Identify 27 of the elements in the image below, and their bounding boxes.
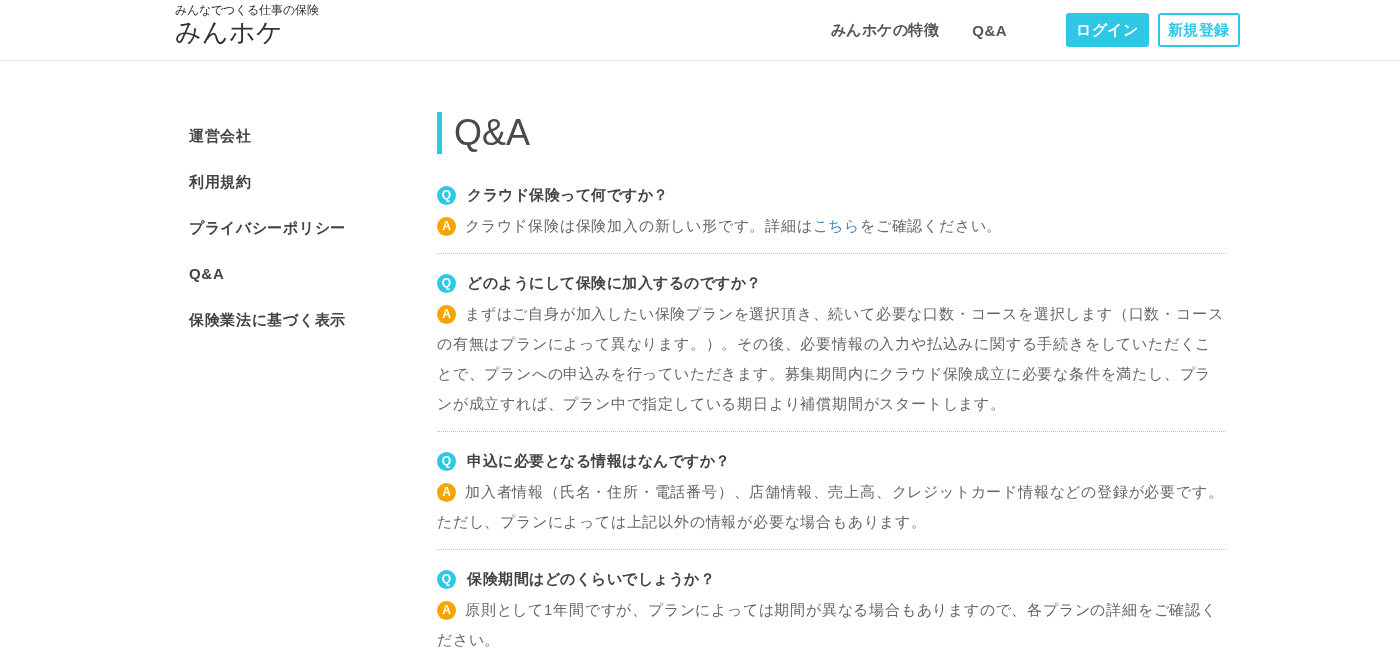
question-marker: Q (437, 185, 456, 205)
question-text: クラウド保険って何ですか？ (467, 185, 669, 205)
question-text: 申込に必要となる情報はなんですか？ (467, 451, 731, 471)
inline-link[interactable]: こちら (812, 217, 860, 234)
answer-text: A まずはご自身が加入したい保険プランを選択頂き、続いて必要な口数・コースを選択します（口数・コースの有無はプランによって異なります。）。その後、必要情報の入力や払込みに関する手続きをしていただくことで、プランへの申込みを行っていただきます。募集期間内にクラウド保険成立に必要な条件を満たし、プランが成立すれば、プラン中で指定している期日より補償期間がスタートします。 (437, 303, 1225, 414)
logo-tagline: みんなでつくる仕事の保険 (175, 3, 319, 18)
sidebar-link[interactable]: Q&A (189, 264, 225, 284)
nav-link[interactable]: みんホケの特徴 (830, 20, 940, 40)
question-marker: Q (437, 273, 456, 293)
sidebar-link[interactable]: 運営会社 (189, 126, 252, 146)
answer-marker: A (437, 482, 456, 502)
nav-link[interactable]: Q&A (972, 21, 1008, 39)
question-text: 保険期間はどのくらいでしょうか？ (467, 569, 715, 589)
answer-text: A 加入者情報（氏名・住所・電話番号）、店舗情報、売上高、クレジットカード情報などの登録が必要です。ただし、プランによっては上記以外の情報が必要な場合もあります。 (437, 481, 1225, 532)
question-marker: Q (437, 569, 456, 589)
question-marker: Q (437, 451, 456, 471)
answer-marker: A (437, 216, 456, 236)
sidebar-link[interactable]: 保険業法に基づく表示 (189, 310, 346, 330)
sidebar-link[interactable]: 利用規約 (189, 172, 252, 192)
logo-wordmark[interactable]: みんホケ (175, 18, 283, 46)
page-title: Q&A (437, 112, 1226, 154)
answer-text: A クラウド保険は保険加入の新しい形です。詳細は こちら をご確認ください。 (437, 211, 1226, 241)
answer-marker: A (437, 304, 456, 324)
sidebar-link[interactable]: プライバシーポリシー (189, 218, 346, 238)
answer-marker: A (437, 600, 456, 620)
answer-text: A 原則として1年間ですが、プランによっては期間が異なる場合もありますので、各プランの詳細をご確認ください。 (437, 599, 1218, 649)
question-text: どのようにして保険に加入するのですか？ (467, 273, 762, 293)
